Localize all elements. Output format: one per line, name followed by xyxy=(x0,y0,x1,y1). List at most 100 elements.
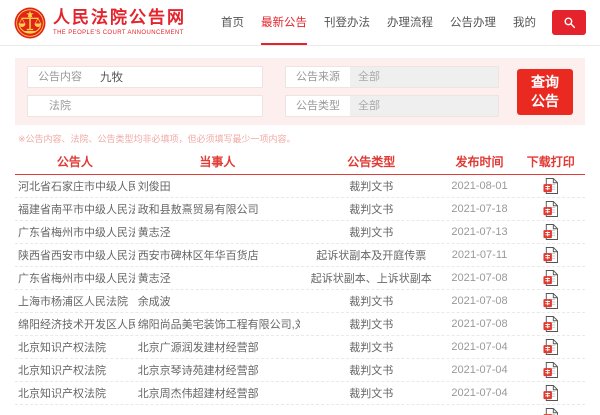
cell-announcer: 河北省石家庄市中级人民法院 xyxy=(15,178,135,194)
cell-download[interactable] xyxy=(517,178,585,194)
pdf-file-icon[interactable] xyxy=(543,247,558,263)
cell-download[interactable] xyxy=(517,224,585,240)
pdf-file-icon[interactable] xyxy=(543,362,558,378)
cell-type: 裁判文书 xyxy=(300,316,443,332)
cell-type: 裁判文书 xyxy=(300,339,443,355)
cell-type: 裁判文书 xyxy=(300,362,443,378)
column-party: 当事人 xyxy=(135,153,300,170)
site-title: 人民法院公告网 xyxy=(53,9,186,28)
cell-type: 裁判文书 xyxy=(300,224,443,240)
nav-item-4[interactable]: 公告办理 xyxy=(450,0,496,45)
cell-date: 2021-07-04 xyxy=(442,364,516,376)
cell-announcer: 广东省梅州市中级人民法院 xyxy=(15,270,135,286)
cell-party: 北京周杰伟超建材经营部 xyxy=(135,385,300,401)
cell-announcer: 陕西省西安市中级人民法院 xyxy=(15,247,135,263)
court-emblem-logo xyxy=(14,7,46,39)
cell-date: 2021-07-04 xyxy=(442,341,516,353)
table-row: 北京知识产权法院 北京广源润发建材经营部 裁判文书 2021-07-04 xyxy=(15,336,585,359)
cell-download[interactable] xyxy=(517,201,585,217)
search-field: 法院 xyxy=(27,95,263,117)
cell-date: 2021-07-08 xyxy=(442,295,516,307)
pdf-file-icon[interactable] xyxy=(543,385,558,401)
cell-party: 北京广源润发建材经营部 xyxy=(135,339,300,355)
nav-search-button[interactable] xyxy=(552,10,586,35)
cell-download[interactable] xyxy=(517,316,585,332)
field-select[interactable]: 全部 xyxy=(350,96,498,116)
field-label: 公告类型 xyxy=(286,96,350,116)
table-row: 绵阳经济技术开发区人民法院 绵阳尚品美宅装饰工程有限公司,刘帅 裁判文书 202… xyxy=(15,313,585,336)
table-row: 广东省梅州市中级人民法院 黄志泾 裁判文书 2021-07-13 xyxy=(15,221,585,244)
cell-type: 起诉状副本及开庭传票 xyxy=(300,247,443,263)
table-body: 河北省石家庄市中级人民法院 刘俊田 裁判文书 2021-08-01 福建省南平市… xyxy=(15,175,585,415)
pdf-file-icon[interactable] xyxy=(543,316,558,332)
nav-item-1[interactable]: 最新公告 xyxy=(261,0,307,45)
cell-download[interactable] xyxy=(517,408,585,415)
search-note: ※公告内容、法院、公告类型均非必填项，但必须填写最少一项内容。 xyxy=(18,132,582,145)
cell-type: 裁判文书 xyxy=(300,293,443,309)
cell-party: 西安市碑林区年华百货店 xyxy=(135,247,300,263)
announcement-table: 公告人 当事人 公告类型 发布时间 下载打印 河北省石家庄市中级人民法院 刘俊田… xyxy=(15,149,585,415)
cell-date: 2021-07-13 xyxy=(442,226,516,238)
cell-type: 裁判文书 xyxy=(300,385,443,401)
column-publish-date: 发布时间 xyxy=(442,153,516,170)
site-subtitle: THE PEOPLE'S COURT ANNOUNCEMENT xyxy=(53,30,186,36)
nav-item-3[interactable]: 办理流程 xyxy=(387,0,433,45)
cell-type: 裁判文书 xyxy=(300,178,443,194)
pdf-file-icon[interactable] xyxy=(543,339,558,355)
nav-item-2[interactable]: 刊登办法 xyxy=(324,0,370,45)
nav-item-5[interactable]: 我的 xyxy=(513,0,536,45)
cell-date: 2021-07-11 xyxy=(442,249,516,261)
cell-announcer: 上海市杨浦区人民法院 xyxy=(15,293,135,309)
magnifier-icon xyxy=(563,16,576,29)
pdf-file-icon[interactable] xyxy=(543,178,558,194)
table-row: 河北省石家庄市中级人民法院 刘俊田 裁判文书 2021-08-01 xyxy=(15,175,585,198)
cell-party: 刘俊田 xyxy=(135,178,300,194)
column-type: 公告类型 xyxy=(300,153,443,170)
nav-item-0[interactable]: 首页 xyxy=(221,0,244,45)
table-row xyxy=(15,405,585,415)
cell-download[interactable] xyxy=(517,247,585,263)
field-select[interactable]: 全部 xyxy=(350,67,498,87)
cell-download[interactable] xyxy=(517,362,585,378)
cell-download[interactable] xyxy=(517,385,585,401)
column-download-print: 下载打印 xyxy=(517,153,585,170)
pdf-file-icon[interactable] xyxy=(543,293,558,309)
cell-date: 2021-07-08 xyxy=(442,318,516,330)
cell-date: 2021-08-01 xyxy=(442,180,516,192)
cell-download[interactable] xyxy=(517,270,585,286)
cell-party: 余成波 xyxy=(135,293,300,309)
cell-announcer: 北京知识产权法院 xyxy=(15,339,135,355)
pdf-file-icon[interactable] xyxy=(543,270,558,286)
cell-party: 绵阳尚品美宅装饰工程有限公司,刘帅 xyxy=(135,316,300,332)
pdf-file-icon[interactable] xyxy=(543,224,558,240)
brand-text: 人民法院公告网 THE PEOPLE'S COURT ANNOUNCEMENT xyxy=(53,9,186,36)
nav: 首页最新公告刊登办法办理流程公告办理我的 xyxy=(204,0,586,45)
pdf-file-icon[interactable] xyxy=(543,201,558,217)
table-row: 北京知识产权法院 北京京琴诗苑建材经营部 裁判文书 2021-07-04 xyxy=(15,359,585,382)
cell-announcer: 广东省梅州市中级人民法院 xyxy=(15,224,135,240)
cell-date: 2021-07-18 xyxy=(442,203,516,215)
query-announcements-button[interactable]: 查询公告 xyxy=(517,69,573,115)
table-row: 广东省梅州市中级人民法院 黄志泾 起诉状副本、上诉状副本 2021-07-08 xyxy=(15,267,585,290)
pdf-file-icon[interactable] xyxy=(543,408,558,415)
cell-announcer: 福建省南平市中级人民法院 xyxy=(15,201,135,217)
cell-announcer: 北京知识产权法院 xyxy=(15,385,135,401)
cell-date: 2021-07-08 xyxy=(442,272,516,284)
query-button-label: 查询公告 xyxy=(529,73,561,111)
cell-party: 黄志泾 xyxy=(135,270,300,286)
field-label: 法院 xyxy=(28,96,92,116)
field-label: 公告内容 xyxy=(28,67,92,87)
cell-download[interactable] xyxy=(517,293,585,309)
cell-type: 裁判文书 xyxy=(300,201,443,217)
field-input[interactable] xyxy=(92,67,262,87)
table-header: 公告人 当事人 公告类型 发布时间 下载打印 xyxy=(15,149,585,175)
cell-party: 北京京琴诗苑建材经营部 xyxy=(135,362,300,378)
table-row: 陕西省西安市中级人民法院 西安市碑林区年华百货店 起诉状副本及开庭传票 2021… xyxy=(15,244,585,267)
cell-party: 政和县敖熹贸易有限公司 xyxy=(135,201,300,217)
cell-download[interactable] xyxy=(517,339,585,355)
search-field: 公告类型 全部 xyxy=(285,95,499,117)
cell-announcer: 北京知识产权法院 xyxy=(15,362,135,378)
field-input[interactable] xyxy=(92,96,262,116)
search-panel: 公告内容 法院 公告来源 全部 公告类型 全部 查询公告 xyxy=(15,58,585,125)
table-row: 上海市杨浦区人民法院 余成波 裁判文书 2021-07-08 xyxy=(15,290,585,313)
